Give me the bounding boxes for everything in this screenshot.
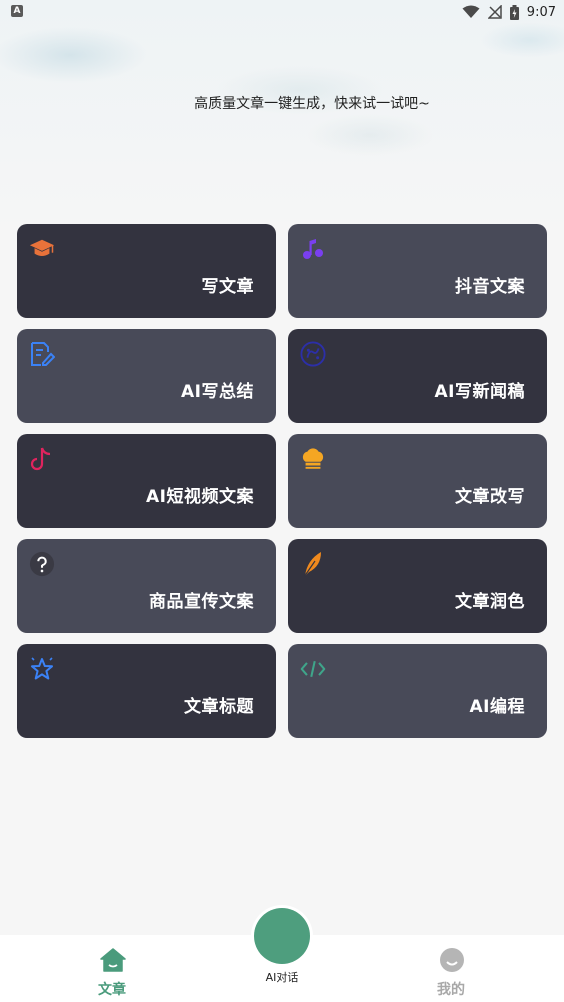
nav-label-mine: 我的 (437, 982, 465, 998)
card-douyin-copy[interactable]: 抖音文案 (288, 224, 547, 318)
status-icons: 9:07 (462, 3, 556, 21)
document-edit-icon (29, 341, 55, 367)
code-icon (300, 656, 326, 682)
card-label: 抖音文案 (455, 277, 525, 297)
card-label: 文章润色 (455, 592, 525, 612)
card-ai-coding[interactable]: AI编程 (288, 644, 547, 738)
card-write-article[interactable]: 写文章 (17, 224, 276, 318)
no-signal-icon (487, 5, 502, 19)
card-label: AI短视频文案 (146, 487, 254, 507)
graduation-cap-icon (29, 236, 55, 262)
card-ai-summary[interactable]: AI写总结 (17, 329, 276, 423)
battery-icon (509, 4, 519, 20)
card-label: 文章标题 (184, 697, 254, 717)
nav-tab-articles[interactable]: 文章 (52, 935, 172, 1002)
header-background (0, 0, 564, 240)
feather-icon (300, 551, 326, 578)
star-icon (29, 656, 55, 682)
card-product-promo[interactable]: 商品宣传文案 (17, 539, 276, 633)
card-label: AI写新闻稿 (434, 382, 525, 402)
ai-chat-label: AI对话 (265, 971, 299, 984)
news-circle-icon (300, 341, 326, 367)
card-ai-news[interactable]: AI写新闻稿 (288, 329, 547, 423)
wifi-icon (462, 5, 480, 18)
home-icon (100, 947, 126, 973)
tiktok-icon (29, 446, 55, 472)
card-label: AI编程 (469, 697, 525, 717)
status-time: 9:07 (526, 4, 556, 20)
card-article-title[interactable]: 文章标题 (17, 644, 276, 738)
card-ai-short-video[interactable]: AI短视频文案 (17, 434, 276, 528)
ai-chat-button[interactable] (254, 908, 310, 964)
nav-tab-mine[interactable]: 我的 (391, 935, 511, 1002)
card-polish[interactable]: 文章润色 (288, 539, 547, 633)
chef-hat-icon (300, 446, 326, 472)
nav-label-articles: 文章 (98, 982, 126, 998)
card-label: AI写总结 (181, 382, 254, 402)
card-label: 文章改写 (455, 487, 525, 507)
card-rewrite[interactable]: 文章改写 (288, 434, 547, 528)
feature-grid: 写文章 抖音文案 AI写总结 AI写新闻稿 AI短视频文案 文章改写 商品宣传文… (17, 224, 547, 738)
music-note-icon (300, 236, 326, 262)
status-bar: A 9:07 (0, 0, 564, 24)
user-face-icon (439, 947, 465, 973)
notification-app-icon: A (11, 5, 23, 17)
question-icon (29, 551, 55, 577)
card-label: 商品宣传文案 (149, 592, 254, 612)
card-label: 写文章 (201, 277, 254, 297)
page-headline: 高质量文章一键生成，快来试一试吧~ (194, 96, 430, 112)
